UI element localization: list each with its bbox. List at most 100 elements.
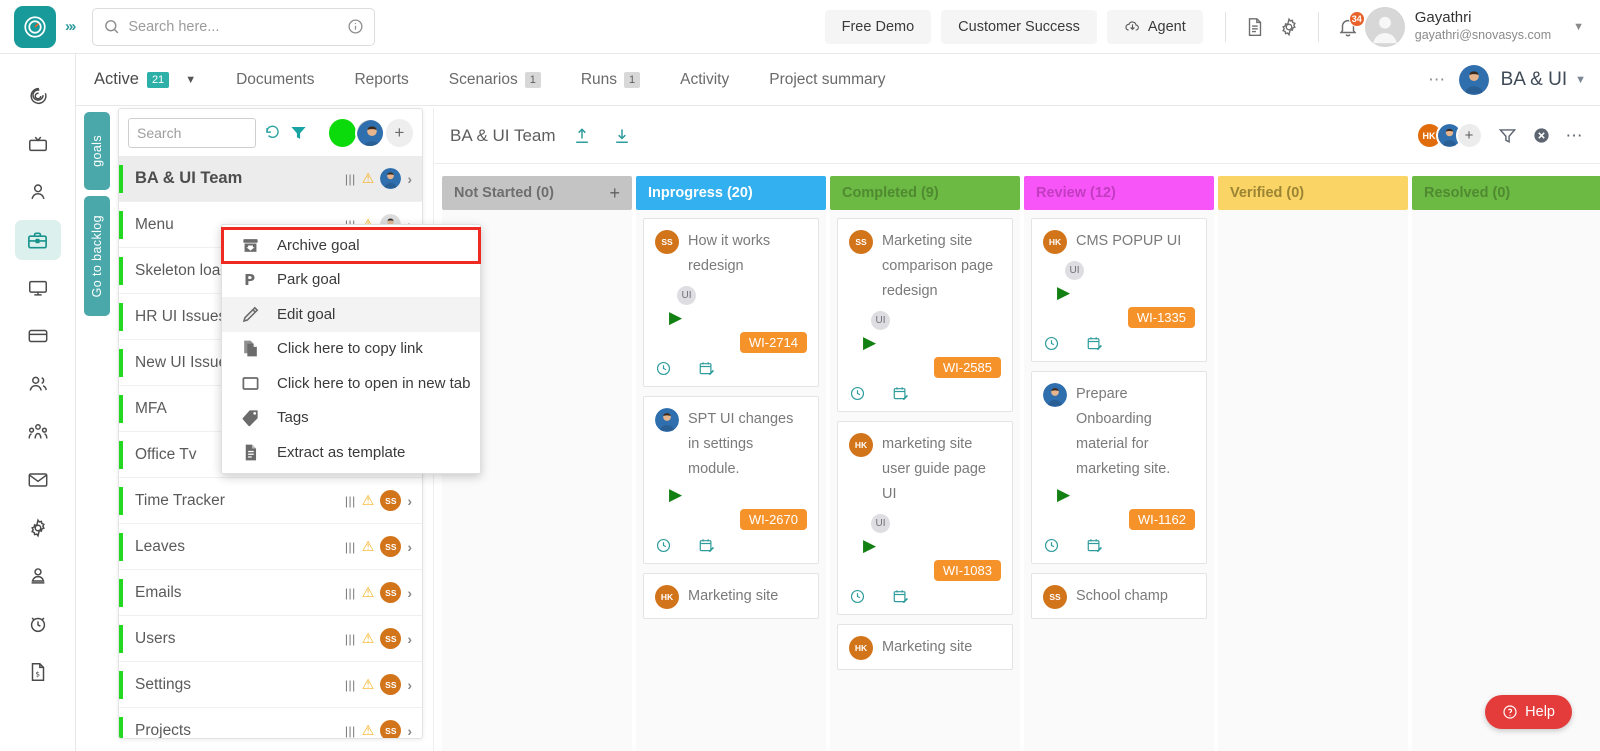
card-assignee-avatar[interactable]: SS xyxy=(849,230,873,254)
card-assignee-avatar[interactable]: HK xyxy=(849,636,873,660)
clock-icon[interactable] xyxy=(655,360,672,377)
rail-item-credit-card[interactable] xyxy=(15,316,61,356)
tab-reports[interactable]: Reports xyxy=(354,71,408,89)
card-assignee-avatar[interactable]: HK xyxy=(655,585,679,609)
warning-icon[interactable]: ⚠ xyxy=(362,630,375,647)
customer-success-button[interactable]: Customer Success xyxy=(941,10,1097,44)
add-goal-button[interactable]: + xyxy=(386,119,413,147)
card-assignee-avatar[interactable] xyxy=(1043,383,1067,407)
column-header[interactable]: Review (12) xyxy=(1024,176,1214,210)
chevrons-right-icon[interactable]: »› xyxy=(65,18,74,35)
goal-row[interactable]: Users ||| ⚠ SS › xyxy=(119,616,422,662)
chevron-right-icon[interactable]: › xyxy=(407,539,412,555)
rail-item-user[interactable] xyxy=(15,172,61,212)
brand-logo[interactable] xyxy=(14,6,56,48)
user-menu-caret-down-icon[interactable]: ▼ xyxy=(1573,21,1584,33)
goal-row[interactable]: Settings ||| ⚠ SS › xyxy=(119,662,422,708)
clock-icon[interactable] xyxy=(849,588,866,605)
rail-item-users[interactable] xyxy=(15,364,61,404)
board-ellipsis-icon[interactable]: ⋯ xyxy=(1566,126,1585,146)
free-demo-button[interactable]: Free Demo xyxy=(825,10,932,44)
card-tag[interactable]: UI xyxy=(871,311,890,330)
chevron-right-icon[interactable]: › xyxy=(407,677,412,693)
goal-row[interactable]: Projects ||| ⚠ SS › xyxy=(119,708,422,739)
column-header[interactable]: Inprogress (20) xyxy=(636,176,826,210)
board-card[interactable]: HK CMS POPUP UI UI▶ WI-1335 xyxy=(1031,218,1207,362)
play-icon[interactable]: ▶ xyxy=(863,537,1001,554)
warning-icon[interactable]: ⚠ xyxy=(362,722,375,739)
priority-bars-icon[interactable]: ||| xyxy=(345,724,356,738)
context-menu-item-extract-as-template[interactable]: Extract as template xyxy=(222,435,480,470)
goal-owner-avatar[interactable]: SS xyxy=(380,490,401,511)
goal-row[interactable]: Leaves ||| ⚠ SS › xyxy=(119,524,422,570)
bell-icon[interactable]: 34 xyxy=(1331,10,1365,44)
context-menu-item-archive-goal[interactable]: Archive goal xyxy=(222,228,480,263)
board-card[interactable]: SS School champ xyxy=(1031,573,1207,619)
chevron-right-icon[interactable]: › xyxy=(407,631,412,647)
tab-active[interactable]: Active 21 xyxy=(94,70,169,89)
chevron-right-icon[interactable]: › xyxy=(407,585,412,601)
card-tag[interactable]: UI xyxy=(677,286,696,305)
tab-scenarios[interactable]: Scenarios 1 xyxy=(449,71,541,89)
priority-bars-icon[interactable]: ||| xyxy=(345,494,356,508)
board-card[interactable]: HK Marketing site xyxy=(837,624,1013,670)
tab-documents[interactable]: Documents xyxy=(236,71,314,89)
rail-item-target[interactable] xyxy=(15,76,61,116)
play-icon[interactable]: ▶ xyxy=(669,309,807,326)
chevron-right-icon[interactable]: › xyxy=(407,723,412,739)
rail-item-monitor[interactable] xyxy=(15,268,61,308)
download-icon[interactable] xyxy=(612,126,632,146)
context-menu-item-click-here-to-open-in-new-tab[interactable]: Click here to open in new tab xyxy=(222,366,480,401)
clock-icon[interactable] xyxy=(849,385,866,402)
goal-row[interactable]: BA & UI Team ||| ⚠ › xyxy=(119,156,422,202)
calendar-edit-icon[interactable] xyxy=(1086,335,1103,352)
tab-project-summary[interactable]: Project summary xyxy=(769,71,885,89)
goals-owner-avatar[interactable] xyxy=(355,118,384,148)
chevron-right-icon[interactable]: › xyxy=(407,171,412,187)
side-tab-backlog[interactable]: Go to backlog xyxy=(84,196,110,316)
board-filter-icon[interactable] xyxy=(1498,126,1517,145)
rail-item-gear-icon[interactable] xyxy=(15,508,61,548)
context-menu-item-tags[interactable]: Tags xyxy=(222,401,480,436)
play-icon[interactable]: ▶ xyxy=(1057,284,1195,301)
priority-bars-icon[interactable]: ||| xyxy=(345,632,356,646)
card-tag[interactable]: UI xyxy=(871,514,890,533)
goals-search-input[interactable] xyxy=(128,118,256,148)
board-card[interactable]: Prepare Onboarding material for marketin… xyxy=(1031,371,1207,564)
project-selector[interactable]: BA & UI ▼ xyxy=(1501,69,1586,91)
agent-button[interactable]: Agent xyxy=(1107,10,1203,44)
avatar[interactable] xyxy=(1365,7,1405,47)
warning-icon[interactable]: ⚠ xyxy=(362,492,375,509)
card-assignee-avatar[interactable]: HK xyxy=(849,433,873,457)
goal-row[interactable]: Time Tracker ||| ⚠ SS › xyxy=(119,478,422,524)
card-assignee-avatar[interactable]: HK xyxy=(1043,230,1067,254)
add-board-member-button[interactable]: + xyxy=(1456,122,1483,149)
card-work-item-id[interactable]: WI-2670 xyxy=(740,509,807,530)
column-header[interactable]: Not Started (0)+ xyxy=(442,176,632,210)
board-card[interactable]: SS How it works redesign UI▶ WI-2714 xyxy=(643,218,819,387)
global-search[interactable] xyxy=(92,8,375,46)
info-icon[interactable] xyxy=(347,18,364,35)
calendar-edit-icon[interactable] xyxy=(698,537,715,554)
refresh-icon[interactable] xyxy=(263,123,282,142)
board-card[interactable]: SPT UI changes in settings module. ▶ WI-… xyxy=(643,396,819,564)
warning-icon[interactable]: ⚠ xyxy=(362,538,375,555)
board-card[interactable]: HK marketing site user guide page UI UI▶… xyxy=(837,421,1013,615)
side-tab-goals[interactable]: goals xyxy=(84,112,110,190)
warning-icon[interactable]: ⚠ xyxy=(362,170,375,187)
card-work-item-id[interactable]: WI-1162 xyxy=(1129,509,1195,530)
card-tag[interactable]: UI xyxy=(1065,261,1084,280)
close-circle-icon[interactable] xyxy=(1532,126,1551,145)
chevron-right-icon[interactable]: › xyxy=(407,493,412,509)
play-icon[interactable]: ▶ xyxy=(669,486,807,503)
add-card-button[interactable]: + xyxy=(609,183,620,204)
rail-item-team[interactable] xyxy=(15,412,61,452)
calendar-edit-icon[interactable] xyxy=(1086,537,1103,554)
document-icon[interactable] xyxy=(1238,10,1272,44)
priority-bars-icon[interactable]: ||| xyxy=(345,678,356,692)
calendar-edit-icon[interactable] xyxy=(698,360,715,377)
card-assignee-avatar[interactable]: SS xyxy=(1043,585,1067,609)
filter-icon[interactable] xyxy=(289,123,308,142)
priority-bars-icon[interactable]: ||| xyxy=(345,172,356,186)
card-work-item-id[interactable]: WI-2585 xyxy=(934,357,1001,378)
